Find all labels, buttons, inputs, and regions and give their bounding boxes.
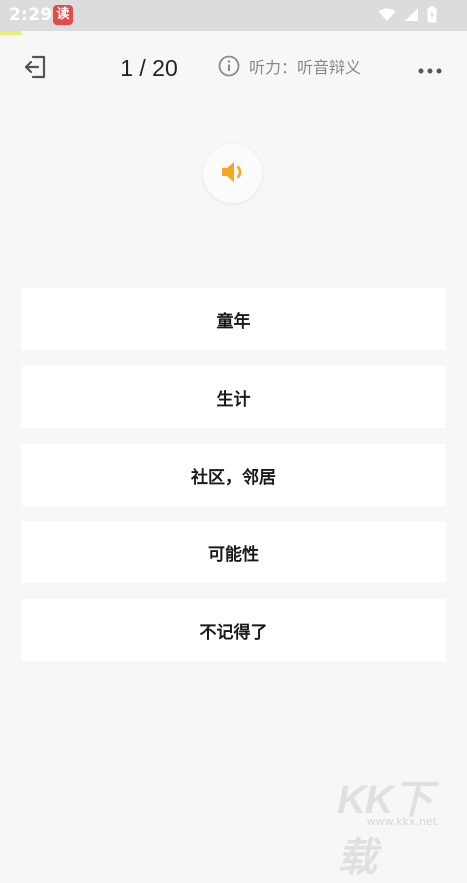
answer-option[interactable]: 社区，邻居 [21, 444, 446, 506]
speaker-icon [219, 158, 247, 190]
exit-button[interactable] [20, 53, 52, 85]
answer-option-label: 童年 [216, 311, 251, 332]
exit-icon [22, 53, 50, 85]
answer-option-label: 生计 [216, 389, 251, 410]
more-button[interactable] [412, 57, 448, 79]
mode-info[interactable]: 听力：听音辩义 [218, 55, 361, 81]
status-time: 2:29 [9, 5, 53, 25]
app-notification-badge: 读 [53, 5, 73, 25]
more-icon [418, 59, 442, 78]
answer-option-label: 不记得了 [199, 622, 268, 643]
quiz-header: 1 / 20 听力：听音辩义 [0, 35, 467, 101]
status-bar: 2:29 读 [0, 0, 467, 31]
question-counter: 1 / 20 [120, 55, 178, 81]
watermark-url: www.kkx.net [366, 815, 437, 828]
signal-icon [404, 7, 419, 26]
play-audio-button[interactable] [203, 144, 262, 203]
answer-option-label: 社区，邻居 [191, 467, 276, 488]
answer-option[interactable]: 童年 [21, 288, 446, 350]
battery-icon [427, 5, 437, 27]
mode-label: 听力：听音辩义 [249, 58, 362, 77]
answer-option[interactable]: 不记得了 [21, 599, 446, 661]
watermark: KK下载 www.kkx.net [337, 767, 461, 880]
info-icon [218, 55, 240, 81]
answer-option[interactable]: 可能性 [21, 521, 446, 583]
answer-option[interactable]: 生计 [21, 366, 446, 428]
answer-option-label: 可能性 [208, 544, 259, 565]
status-icons [378, 5, 437, 27]
wifi-icon [378, 7, 396, 26]
